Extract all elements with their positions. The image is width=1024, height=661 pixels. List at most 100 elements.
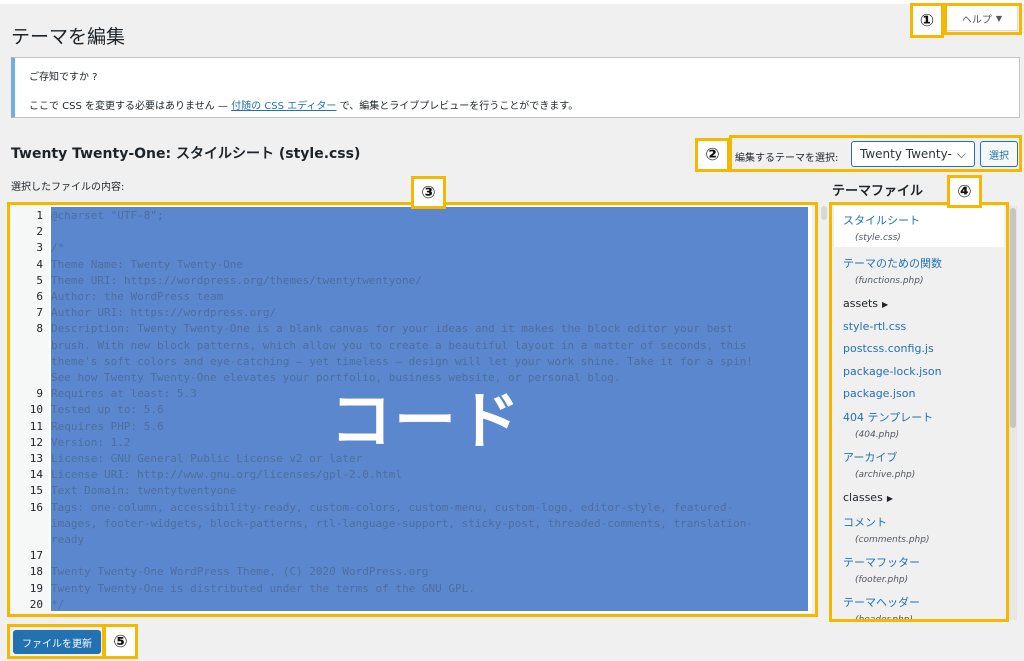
line-number: 17 [29, 549, 43, 563]
code-line: theme's soft colors and eye-catching — y… [11, 354, 808, 370]
line-number: 18 [29, 565, 43, 579]
file-filename: (style.css) [855, 233, 901, 243]
notice-title: ご存知ですか ? [29, 72, 98, 83]
triangle-right-icon: ▶ [882, 300, 889, 309]
code-line: 14 License URI: http://www.gnu.org/licens… [11, 467, 808, 483]
editor-scrollbar[interactable] [821, 206, 827, 220]
line-number: 3 [36, 241, 43, 255]
line-number: 1 [36, 209, 43, 222]
theme-files-heading: テーマファイル [832, 184, 924, 199]
file-folder-classes[interactable]: classes ▶ [843, 491, 893, 504]
file-name: package.json [843, 387, 916, 400]
theme-select-dropdown[interactable]: Twenty Twenty- ⌵ [851, 141, 975, 167]
file-name: postcss.config.js [843, 342, 934, 355]
file-filename: (archive.php) [855, 470, 916, 480]
line-text: Twenty Twenty-One WordPress Theme, (C) 2… [51, 565, 429, 579]
css-editor-link[interactable]: 付随の CSS エディター [231, 101, 336, 112]
line-number [11, 532, 45, 548]
file-name: スタイルシート [843, 214, 920, 227]
code-line: 6 Author: the WordPress team [11, 289, 808, 305]
file-item[interactable]: package.json [843, 387, 915, 400]
line-number: 7 [36, 306, 43, 320]
code-line: brush. With new block patterns, which al… [11, 338, 808, 354]
line-number: 6 [36, 290, 43, 303]
code-line: 3 /* [11, 240, 808, 256]
line-number: 13 [29, 452, 43, 465]
caret-down-icon: ▼ [995, 13, 1003, 23]
line-number: 12 [29, 435, 43, 449]
file-item[interactable]: テーマヘッダー (header.php) [843, 594, 920, 620]
line-text: */ [51, 597, 65, 611]
line-text: brush. With new block patterns, which al… [51, 338, 747, 352]
file-name: コメント [843, 516, 887, 529]
code-line: ready [11, 532, 808, 548]
file-item[interactable]: アーカイブ (archive.php) [843, 449, 915, 480]
file-filename: (comments.php) [855, 535, 930, 545]
code-overlay-label: コード [330, 384, 523, 457]
line-text: images, footer-widgets, block-patterns, … [51, 516, 753, 530]
file-name: テーマフッター [843, 556, 920, 569]
code-line: 16 Tags: one-column, accessibility-ready,… [11, 500, 808, 516]
file-item[interactable]: コメント (comments.php) [843, 514, 929, 545]
code-line: 18 Twenty Twenty-One WordPress Theme, (C)… [11, 564, 808, 580]
notice-text-after: で、編集とライブプレビューを行うことができます。 [336, 101, 579, 112]
file-item[interactable]: スタイルシート (style.css) [834, 206, 1004, 247]
file-name: classes [843, 491, 883, 504]
line-number: 11 [29, 419, 43, 433]
line-number: 4 [36, 257, 43, 271]
notice-text-before: ここで CSS を変更する必要はありません — [29, 101, 232, 112]
file-name: package-lock.json [843, 365, 942, 378]
file-item[interactable]: 404 テンプレート (404.php) [843, 409, 933, 440]
file-item[interactable]: テーマのための関数 (functions.php) [843, 255, 942, 286]
file-filename: (404.php) [855, 430, 900, 440]
line-text: theme's soft colors and eye-catching — y… [51, 354, 753, 368]
line-text: Tags: one-column, accessibility-ready, c… [51, 500, 734, 514]
code-line: 20 */ [11, 597, 808, 613]
file-name: テーマヘッダー [843, 596, 920, 609]
line-number: 2 [36, 225, 43, 239]
file-item[interactable]: postcss.config.js [843, 342, 934, 355]
file-item[interactable]: テーマフッター (footer.php) [843, 554, 920, 585]
select-theme-button[interactable]: 選択 [980, 141, 1018, 167]
line-number: 16 [29, 500, 43, 514]
marker-3: ③ [411, 176, 446, 209]
line-number: 14 [29, 468, 43, 482]
help-tab-button[interactable]: ヘルプ ▼ [946, 6, 1018, 31]
info-notice: ご存知ですか ? ここで CSS を変更する必要はありません — 付随の CSS… [11, 57, 1020, 118]
line-number: 20 [29, 597, 43, 611]
editing-file-heading: Twenty Twenty-One: スタイルシート (style.css) [11, 146, 361, 162]
file-item[interactable]: package-lock.json [843, 365, 942, 378]
marker-5: ⑤ [103, 624, 138, 659]
line-number: 9 [36, 387, 43, 401]
marker-2: ② [695, 138, 730, 172]
file-filename: (functions.php) [855, 276, 924, 286]
line-number [11, 516, 45, 532]
file-name: style-rtl.css [843, 320, 907, 333]
line-number: 10 [29, 403, 43, 417]
line-text: Theme URI: https://wordpress.org/themes/… [51, 273, 422, 287]
line-text: Theme Name: Twenty Twenty-One [51, 257, 244, 271]
file-filename: (header.php) [855, 615, 913, 620]
triangle-right-icon: ▶ [886, 494, 893, 503]
marker-4: ④ [947, 175, 982, 208]
update-file-button[interactable]: ファイルを更新 [13, 630, 101, 654]
line-text: /* [51, 241, 65, 255]
file-list-scrollbar-thumb[interactable] [1010, 208, 1016, 428]
file-folder-assets[interactable]: assets ▶ [843, 297, 888, 310]
line-number [11, 370, 45, 386]
line-text: Text Domain: twentytwentyone [51, 484, 237, 498]
page-title: テーマを編集 [11, 26, 126, 48]
code-line: 2 [11, 224, 808, 240]
line-text: ready [51, 533, 85, 546]
help-label: ヘルプ [961, 14, 992, 26]
code-line: 15 Text Domain: twentytwentyone [11, 483, 808, 499]
line-text: Author: the WordPress team [51, 290, 224, 303]
line-text: Author URI: https://wordpress.org/ [51, 306, 277, 320]
line-number [11, 338, 45, 354]
file-item[interactable]: style-rtl.css [843, 320, 906, 333]
chevron-down-icon: ⌵ [956, 146, 966, 161]
theme-file-list: スタイルシート (style.css) テーマのための関数 (functions.ph… [834, 206, 1006, 620]
marker-1: ① [910, 3, 944, 38]
code-line: images, footer-widgets, block-patterns, … [11, 516, 808, 532]
code-line: 1 @charset "UTF-8"; [11, 208, 808, 224]
